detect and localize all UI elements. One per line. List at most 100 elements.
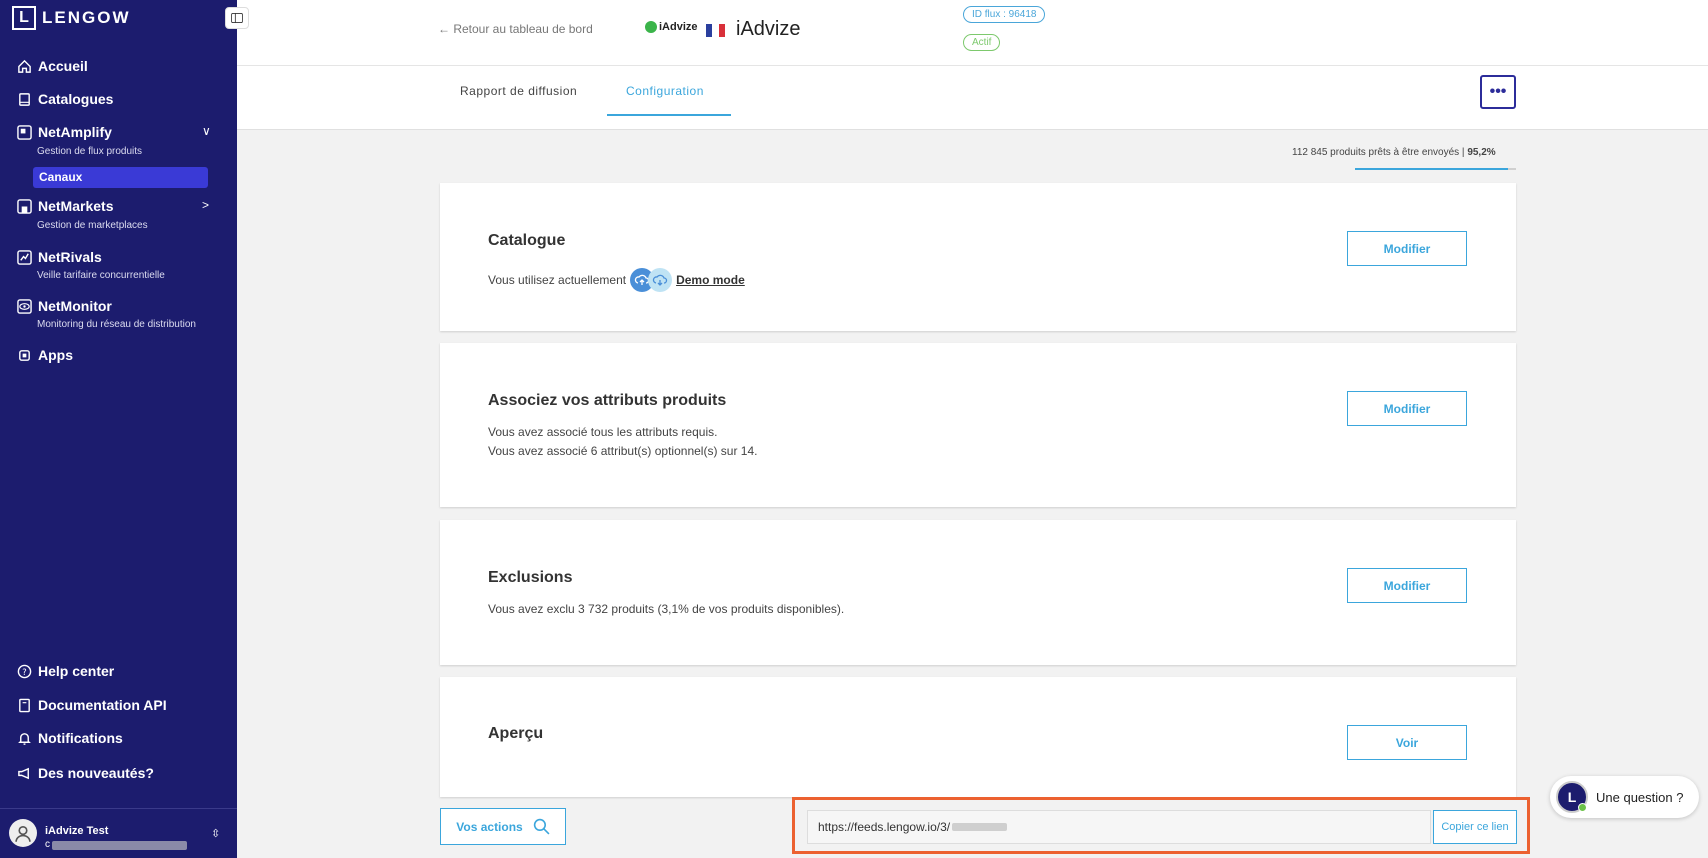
- chat-bubble-icon: [645, 21, 657, 33]
- sidebar-item-sub: Monitoring du réseau de distribution: [37, 319, 196, 330]
- sidebar-item-sub: Gestion de marketplaces: [37, 220, 148, 231]
- required-attributes-text: Vous avez associé tous les attributs req…: [488, 425, 718, 439]
- online-status-dot: [1578, 803, 1587, 812]
- status-badge: Actif: [963, 34, 1001, 51]
- sidebar-item-notifications[interactable]: Notifications: [16, 730, 123, 746]
- sidebar-item-label: Notifications: [38, 730, 123, 746]
- active-tab-indicator: [607, 114, 731, 116]
- products-ready-percent: 95,2%: [1467, 147, 1496, 158]
- sidebar-item-label: Catalogues: [38, 91, 114, 107]
- progress-fill: [1355, 168, 1509, 170]
- feed-url-text: https://feeds.lengow.io/3/: [818, 820, 951, 834]
- copy-link-button[interactable]: Copier ce lien: [1433, 810, 1517, 844]
- lengow-logo[interactable]: L LENGOW: [12, 6, 131, 30]
- sidebar: L LENGOW Accueil Catalogues NetAmplify ∨…: [0, 0, 237, 858]
- vos-actions-button[interactable]: Vos actions: [440, 808, 566, 845]
- megaphone-icon: [16, 765, 32, 781]
- sidebar-item-label: Accueil: [38, 58, 88, 74]
- page-header: ← Retour au tableau de bord iAdvize iAdv…: [237, 0, 1708, 130]
- user-name: iAdvize Test: [45, 825, 109, 837]
- products-ready-progress-bar: [1355, 168, 1516, 170]
- sidebar-item-label: Documentation API: [38, 697, 167, 713]
- help-icon: ?: [16, 663, 32, 679]
- search-icon: [533, 818, 550, 835]
- user-email: c: [45, 839, 50, 850]
- eye-icon: [16, 298, 32, 314]
- tab-configuration[interactable]: Configuration: [626, 84, 704, 98]
- catalogue-source-icons: [630, 268, 673, 292]
- sidebar-item-accueil[interactable]: Accueil: [16, 58, 88, 74]
- chevron-down-icon[interactable]: ∨: [202, 124, 211, 138]
- user-icon: [15, 825, 31, 842]
- card-title: Catalogue: [488, 232, 566, 249]
- help-chat-bubble[interactable]: L Une question ?: [1550, 776, 1699, 818]
- sidebar-item-nouveautes[interactable]: Des nouveautés?: [16, 765, 154, 781]
- header-divider: [237, 65, 1708, 66]
- logo-text: LENGOW: [42, 8, 131, 27]
- sidebar-item-documentation-api[interactable]: Documentation API: [16, 697, 167, 713]
- back-to-dashboard-link[interactable]: ← Retour au tableau de bord: [438, 22, 593, 36]
- channel-logo: iAdvize: [645, 21, 698, 33]
- card-text: Vous avez associé tous les attributs req…: [488, 423, 757, 461]
- help-avatar-letter: L: [1567, 789, 1577, 805]
- channel-logo-text: iAdvize: [659, 21, 698, 33]
- apercu-card: Aperçu Voir: [440, 677, 1516, 797]
- feed-url-highlight: https://feeds.lengow.io/3/ Copier ce lie…: [792, 797, 1530, 854]
- help-question-text: Une question ?: [1596, 789, 1684, 805]
- avatar: [9, 819, 37, 847]
- attributes-card: Associez vos attributs produits Vous ave…: [440, 343, 1516, 507]
- sidebar-item-netmarkets[interactable]: NetMarkets: [16, 198, 113, 214]
- page-title: iAdvize: [736, 18, 801, 40]
- modifier-catalogue-button[interactable]: Modifier: [1347, 231, 1467, 266]
- user-menu[interactable]: iAdvize Test c ⇳: [0, 808, 237, 858]
- catalogue-usage-text: Vous utilisez actuellement: [488, 272, 627, 287]
- sidebar-item-catalogues[interactable]: Catalogues: [16, 91, 113, 107]
- card-text: Vous utilisez actuellement Demo mode: [488, 268, 745, 292]
- chart-icon: [16, 249, 32, 265]
- cloud-download-icon: [648, 268, 673, 292]
- logo-mark: L: [12, 6, 36, 30]
- help-avatar: L: [1556, 781, 1588, 813]
- modifier-attributes-button[interactable]: Modifier: [1347, 391, 1467, 426]
- sidebar-item-netamplify[interactable]: NetAmplify: [16, 124, 112, 140]
- vos-actions-label: Vos actions: [456, 819, 523, 834]
- svg-text:?: ?: [22, 666, 26, 676]
- document-icon: [16, 697, 32, 713]
- feed-url-redacted: [952, 823, 1008, 831]
- sidebar-item-netrivals[interactable]: NetRivals: [16, 249, 102, 265]
- tab-rapport-de-diffusion[interactable]: Rapport de diffusion: [460, 84, 577, 98]
- france-flag-icon: [706, 24, 725, 37]
- chevron-right-icon[interactable]: >: [202, 198, 209, 212]
- book-icon: [16, 91, 32, 107]
- card-title: Exclusions: [488, 569, 573, 586]
- sidebar-item-label: Apps: [38, 347, 73, 363]
- sidebar-item-label: NetRivals: [38, 249, 102, 265]
- store-icon: [16, 198, 32, 214]
- bell-icon: [16, 730, 32, 746]
- sidebar-collapse-icon[interactable]: [225, 7, 249, 29]
- netamplify-icon: [16, 124, 32, 140]
- sidebar-item-help-center[interactable]: ? Help center: [16, 663, 114, 679]
- modifier-exclusions-button[interactable]: Modifier: [1347, 568, 1467, 603]
- sidebar-item-label: NetMonitor: [38, 298, 112, 314]
- sidebar-item-netmonitor[interactable]: NetMonitor: [16, 298, 112, 314]
- voir-apercu-button[interactable]: Voir: [1347, 725, 1467, 760]
- optional-attributes-text: Vous avez associé 6 attribut(s) optionne…: [488, 444, 758, 458]
- demo-mode-link[interactable]: Demo mode: [676, 271, 745, 290]
- sidebar-item-label: Help center: [38, 663, 115, 679]
- sidebar-item-canaux[interactable]: Canaux: [33, 167, 208, 188]
- feed-id-badge: ID flux : 96418: [963, 6, 1046, 23]
- sidebar-item-label: NetMarkets: [38, 198, 114, 214]
- catalogue-card: Catalogue Vous utilisez actuellement Dem…: [440, 183, 1516, 331]
- sidebar-item-label: NetAmplify: [38, 124, 112, 140]
- feed-url-field[interactable]: https://feeds.lengow.io/3/: [807, 810, 1431, 844]
- chevron-updown-icon[interactable]: ⇳: [211, 827, 220, 840]
- more-options-button[interactable]: •••: [1480, 75, 1516, 109]
- sidebar-item-label: Des nouveautés?: [38, 765, 154, 781]
- chip-icon: [16, 347, 32, 363]
- exclusions-text: Vous avez exclu 3 732 produits (3,1% de …: [488, 602, 845, 616]
- sidebar-item-apps[interactable]: Apps: [16, 347, 73, 363]
- products-ready-summary: 112 845 produits prêts à être envoyés | …: [1292, 147, 1496, 158]
- products-ready-text: 112 845 produits prêts à être envoyés |: [1292, 147, 1468, 158]
- sidebar-item-sub: Gestion de flux produits: [37, 146, 143, 157]
